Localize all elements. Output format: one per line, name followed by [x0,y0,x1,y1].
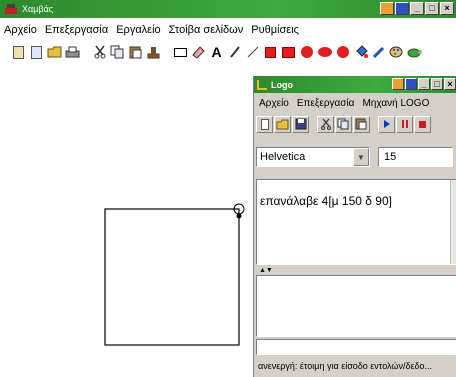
close-button[interactable]: × [440,2,454,15]
font-settings-row: Helvetica ▼ 15 [256,145,456,169]
command-scrollbar[interactable] [450,180,456,264]
logo-window-controls: _ □ × [392,78,456,90]
logo-copy-icon[interactable] [335,115,352,133]
logo-window: Logo _ □ × Αρχείο Επεξεργασία Μηχανή LOG… [253,76,456,377]
help-button[interactable] [380,2,394,15]
font-size-input[interactable]: 15 [378,147,453,167]
logo-menubar: Αρχείο Επεξεργασία Μηχανή LOGO [254,95,456,111]
menu-settings[interactable]: Ρυθμίσεις [247,24,303,36]
splitter-arrows-icon: ▲▼ [259,266,273,274]
rectangle-tool-icon[interactable] [172,44,189,61]
copy-page-icon[interactable] [28,44,45,61]
new-page-icon[interactable] [10,44,27,61]
run-icon[interactable] [378,115,395,133]
save-icon[interactable] [292,115,309,133]
logo-paste-icon[interactable] [353,115,370,133]
main-window-controls: _ □ × [380,2,454,15]
logo-menu-file[interactable]: Αρχείο [256,98,292,109]
filled-square-icon[interactable] [280,44,297,61]
copy-icon[interactable] [109,44,126,61]
pane-splitter[interactable]: ▲▼ [256,266,456,274]
command-editor[interactable]: επανάλαβε 4[μ 150 δ 90] [256,179,456,265]
logo-toolbar [256,114,431,134]
text-tool-icon[interactable]: A [208,44,225,61]
logo-minimize-button[interactable]: _ [418,78,430,90]
status-text: ανενεργή: έτοιμη για είσοδο εντολών/δεδο… [258,361,432,371]
filled-ellipse-icon[interactable] [316,44,333,61]
fill-bucket-icon[interactable] [352,44,369,61]
pause-icon[interactable] [396,115,413,133]
status-bar: ανενεργή: έτοιμη για είσοδο εντολών/δεδο… [256,357,456,375]
command-text: επανάλαβε 4[μ 150 δ 90] [260,194,392,208]
stamp-icon[interactable] [145,44,162,61]
turtle-icon[interactable] [406,44,423,61]
output-pane[interactable] [256,275,456,337]
pencil-icon[interactable] [226,44,243,61]
font-family-value: Helvetica [260,151,306,163]
logo-info-button[interactable] [405,78,417,90]
logo-close-button[interactable]: × [444,78,456,90]
new-doc-icon[interactable] [256,115,273,133]
filled-circle-icon[interactable] [298,44,315,61]
main-menubar: Αρχείο Επεξεργασία Εργαλείο Στοίβα σελίδ… [0,21,456,39]
app-icon [4,3,18,15]
paste-icon[interactable] [127,44,144,61]
menu-file[interactable]: Αρχείο [0,24,41,36]
input-line[interactable] [256,339,456,355]
minimize-button[interactable]: _ [410,2,424,15]
line-tool-icon[interactable] [244,44,261,61]
pen-color-icon[interactable] [370,44,387,61]
filled-oval-icon[interactable] [334,44,351,61]
logo-open-folder-icon[interactable] [274,115,291,133]
filled-rectangle-icon[interactable] [262,44,279,61]
menu-page-stack[interactable]: Στοίβα σελίδων [165,24,248,36]
logo-window-title: Logo [271,79,293,90]
logo-menu-edit[interactable]: Επεξεργασία [294,98,358,109]
drawn-square [104,208,240,346]
stop-icon[interactable] [414,115,431,133]
logo-title-bar[interactable]: Logo _ □ × [254,76,456,93]
logo-maximize-button[interactable]: □ [431,78,443,90]
menu-edit[interactable]: Επεξεργασία [41,24,112,36]
open-folder-icon[interactable] [46,44,63,61]
eraser-icon[interactable] [190,44,207,61]
font-family-select[interactable]: Helvetica ▼ [256,147,370,167]
maximize-button[interactable]: □ [425,2,439,15]
logo-help-button[interactable] [392,78,404,90]
logo-cut-icon[interactable] [317,115,334,133]
main-toolbar: A [0,41,456,63]
chevron-down-icon[interactable]: ▼ [353,148,369,166]
main-window-title: Χαμβάς [22,4,54,14]
logo-menu-engine[interactable]: Μηχανή LOGO [359,98,432,109]
main-title-bar[interactable]: Χαμβάς _ □ × [0,0,456,18]
print-icon[interactable] [64,44,81,61]
palette-icon[interactable] [388,44,405,61]
cut-icon[interactable] [91,44,108,61]
menu-tool[interactable]: Εργαλείο [112,24,164,36]
info-button[interactable] [395,2,409,15]
logo-app-icon [257,79,267,90]
